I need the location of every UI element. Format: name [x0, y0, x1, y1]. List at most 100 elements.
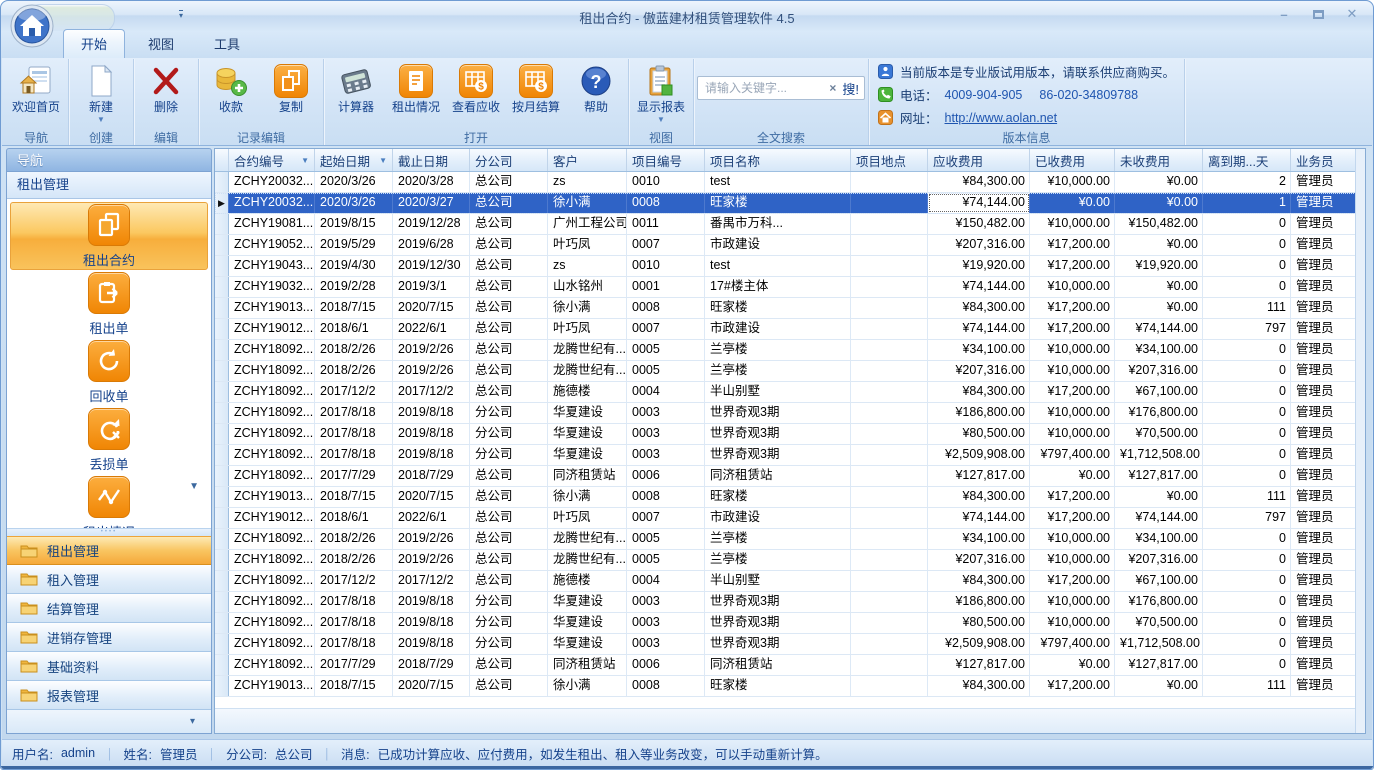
table-row[interactable]: ZCHY19013...2018/7/152020/7/15总公司徐小满0008… — [215, 487, 1356, 508]
minimize-button[interactable]: – — [1275, 6, 1293, 22]
help-question-icon: ? — [578, 63, 614, 99]
column-header[interactable]: 已收费用 — [1030, 149, 1115, 171]
column-header[interactable]: 离到期...天 — [1203, 149, 1291, 171]
chevron-down-icon[interactable]: ▾ — [190, 716, 195, 727]
copy-button[interactable]: 复制 — [262, 60, 320, 114]
table-row[interactable]: ZCHY19013...2018/7/152020/7/15总公司徐小满0008… — [215, 298, 1356, 319]
column-header[interactable]: 未收费用 — [1115, 149, 1203, 171]
folder-item-inventory-management[interactable]: 进销存管理 — [7, 623, 211, 652]
folder-icon — [20, 572, 38, 586]
table-cell: 市政建设 — [705, 235, 851, 255]
table-row[interactable]: ZCHY18092...2017/7/292018/7/29总公司同济租赁站00… — [215, 466, 1356, 487]
close-button[interactable]: ✕ — [1343, 6, 1361, 22]
phone-row: 电话：4009-904-90586-020-34809788 — [878, 84, 1138, 105]
folder-item-rent-in-management[interactable]: 租入管理 — [7, 565, 211, 594]
table-row[interactable]: ZCHY19052...2019/5/292019/6/28总公司叶巧凤0007… — [215, 235, 1356, 256]
table-row[interactable]: ZCHY18092...2017/8/182019/8/18分公司华夏建设000… — [215, 424, 1356, 445]
folder-item-basic-data[interactable]: 基础资料 — [7, 652, 211, 681]
sidebar-item-loss-order[interactable]: 丢损单 — [10, 406, 208, 474]
table-row[interactable]: ZCHY18092...2017/12/22017/12/2总公司施德楼0004… — [215, 382, 1356, 403]
monthly-settle-button[interactable]: $ 按月结算 — [507, 60, 565, 114]
table-row[interactable]: ZCHY18092...2017/12/22017/12/2总公司施德楼0004… — [215, 571, 1356, 592]
folder-label: 基础资料 — [47, 657, 99, 676]
new-button[interactable]: 新建 ▼ — [72, 60, 130, 124]
website-link[interactable]: http://www.aolan.net — [945, 111, 1058, 125]
calculator-button[interactable]: 计算器 — [327, 60, 385, 114]
show-report-button[interactable]: 显示报表 ▼ — [632, 60, 690, 124]
table-row[interactable]: ZCHY18092...2017/8/182019/8/18分公司华夏建设000… — [215, 634, 1356, 655]
table-row[interactable]: ZCHY19012...2018/6/12022/6/1总公司叶巧凤0007市政… — [215, 319, 1356, 340]
table-row[interactable]: ZCHY19012...2018/6/12022/6/1总公司叶巧凤0007市政… — [215, 508, 1356, 529]
welcome-home-button[interactable]: 欢迎首页 — [7, 60, 65, 114]
table-cell: ¥17,200.00 — [1030, 256, 1115, 276]
table-row[interactable]: ZCHY18092...2018/2/262019/2/26总公司龙腾世纪有..… — [215, 340, 1356, 361]
table-cell: 0 — [1203, 235, 1291, 255]
view-receivable-button[interactable]: $ 查看应收 — [447, 60, 505, 114]
sidebar-item-recycle-order[interactable]: 回收单 — [10, 338, 208, 406]
table-cell: ¥10,000.00 — [1030, 613, 1115, 633]
table-row[interactable]: ZCHY18092...2018/2/262019/2/26总公司龙腾世纪有..… — [215, 529, 1356, 550]
table-row[interactable]: ZCHY18092...2017/8/182019/8/18分公司华夏建设000… — [215, 613, 1356, 634]
table-rows: ZCHY20032...2020/3/262020/3/28总公司zs0010t… — [215, 172, 1356, 697]
table-cell: 2019/2/26 — [393, 550, 470, 570]
table-row[interactable]: ZCHY19032...2019/2/282019/3/1总公司山水铭州0001… — [215, 277, 1356, 298]
table-row[interactable]: ZCHY18092...2017/7/292018/7/29总公司同济租赁站00… — [215, 655, 1356, 676]
column-header[interactable]: 项目编号 — [627, 149, 705, 171]
clear-search-icon[interactable]: × — [829, 81, 836, 95]
sidebar-item-rent-out-order[interactable]: 租出单 — [10, 270, 208, 338]
table-row[interactable]: ZCHY19043...2019/4/302019/12/30总公司zs0010… — [215, 256, 1356, 277]
column-filter-icon[interactable]: ▼ — [379, 156, 387, 165]
sidebar-item-rent-trend[interactable]: 租出情况 — [10, 474, 208, 528]
column-header[interactable]: 业务员 — [1291, 149, 1356, 171]
search-input[interactable] — [703, 80, 827, 96]
table-cell: ¥176,800.00 — [1115, 592, 1203, 612]
sidebar-splitter-handle[interactable]: •••• — [7, 528, 211, 536]
folder-item-settlement-management[interactable]: 结算管理 — [7, 594, 211, 623]
table-row[interactable]: ▶ZCHY20032...2020/3/262020/3/27总公司徐小满000… — [215, 193, 1356, 214]
rent-status-button[interactable]: 租出情况 — [387, 60, 445, 114]
table-cell: ZCHY20032... — [229, 193, 315, 213]
website-row: 网址：http://www.aolan.net — [878, 107, 1057, 128]
delete-button[interactable]: 删除 — [137, 60, 195, 114]
tab-view[interactable]: 视图 — [131, 30, 191, 58]
table-cell: ¥10,000.00 — [1030, 550, 1115, 570]
column-header[interactable]: 项目名称 — [705, 149, 851, 171]
table-cell — [851, 403, 928, 423]
column-header[interactable]: 应收费用 — [928, 149, 1030, 171]
column-header[interactable]: 分公司 — [470, 149, 548, 171]
table-row[interactable]: ZCHY18092...2018/2/262019/2/26总公司龙腾世纪有..… — [215, 361, 1356, 382]
column-filter-icon[interactable]: ▼ — [301, 156, 309, 165]
table-cell: 111 — [1203, 676, 1291, 696]
table-row[interactable]: ZCHY18092...2017/8/182019/8/18分公司华夏建设000… — [215, 592, 1356, 613]
vertical-scrollbar[interactable] — [1355, 149, 1365, 733]
table-cell: 总公司 — [470, 550, 548, 570]
tab-start[interactable]: 开始 — [63, 29, 125, 58]
help-button[interactable]: ? 帮助 — [567, 60, 625, 114]
quick-access-dropdown-icon[interactable]: ▾ — [179, 10, 183, 20]
column-header[interactable]: 客户 — [548, 149, 627, 171]
table-row[interactable]: ZCHY19081...2019/8/152019/12/28总公司广州工程公司… — [215, 214, 1356, 235]
table-cell: 管理员 — [1291, 340, 1356, 360]
search-go-button[interactable]: 搜! — [842, 79, 859, 98]
column-header[interactable]: 起始日期▼ — [315, 149, 393, 171]
maximize-button[interactable] — [1309, 6, 1327, 22]
column-header[interactable]: 合约编号▼ — [229, 149, 315, 171]
table-row[interactable]: ZCHY20032...2020/3/262020/3/28总公司zs0010t… — [215, 172, 1356, 193]
sidebar-scroll-down-icon[interactable]: ▼ — [189, 481, 199, 492]
folder-item-rent-out-management[interactable]: 租出管理 — [7, 536, 211, 565]
app-home-button[interactable] — [9, 3, 55, 49]
table-row[interactable]: ZCHY18092...2017/8/182019/8/18分公司华夏建设000… — [215, 445, 1356, 466]
window-bottom-edge — [1, 766, 1373, 769]
table-row[interactable]: ZCHY18092...2017/8/182019/8/18分公司华夏建设000… — [215, 403, 1356, 424]
table-row[interactable]: ZCHY18092...2018/2/262019/2/26总公司龙腾世纪有..… — [215, 550, 1356, 571]
table-cell: 2017/7/29 — [315, 655, 393, 675]
column-header[interactable]: 项目地点 — [851, 149, 928, 171]
collect-payment-button[interactable]: 收款 — [202, 60, 260, 114]
table-cell: 0 — [1203, 613, 1291, 633]
table-cell: 0008 — [627, 193, 705, 213]
sidebar-item-rent-contract[interactable]: 租出合约 — [10, 202, 208, 270]
table-row[interactable]: ZCHY19013...2018/7/152020/7/15总公司徐小满0008… — [215, 676, 1356, 697]
tab-tools[interactable]: 工具 — [197, 30, 257, 58]
column-header[interactable]: 截止日期 — [393, 149, 470, 171]
folder-item-report-management[interactable]: 报表管理 — [7, 681, 211, 710]
